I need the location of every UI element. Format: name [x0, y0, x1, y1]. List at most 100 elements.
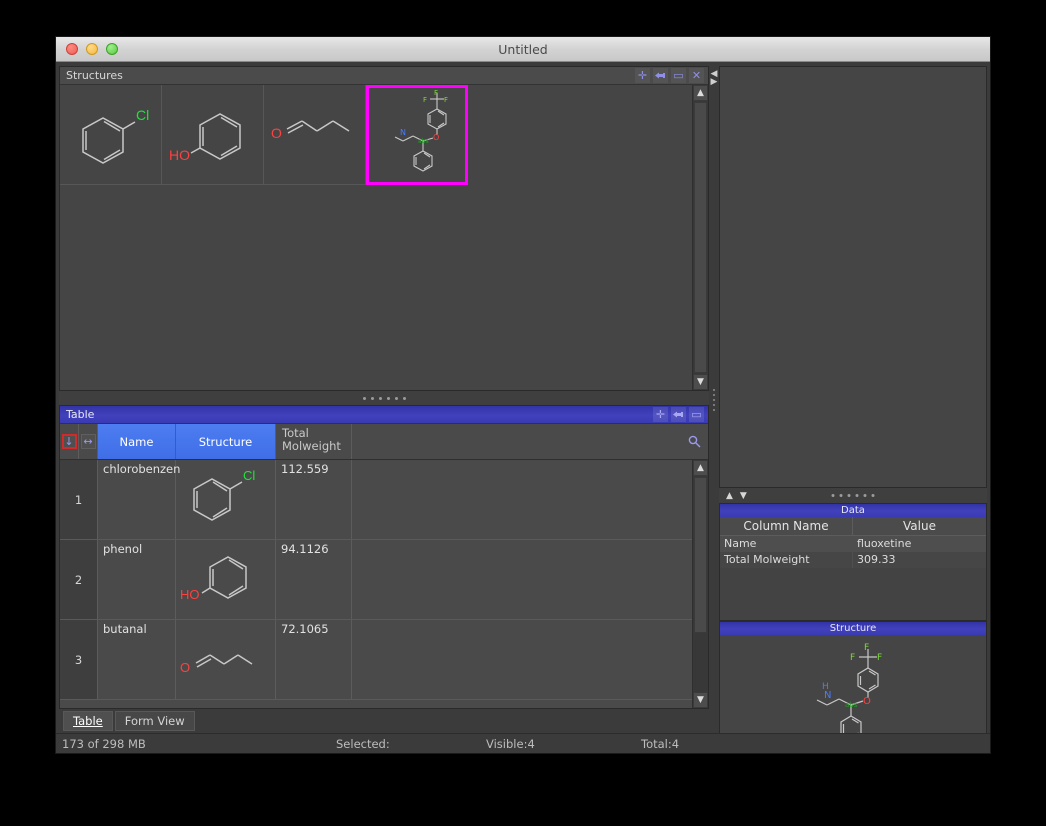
data-row[interactable]: Name fluoxetine [720, 536, 986, 552]
structures-body: Cl HO O F F F O N abs ▲ ▼ [60, 85, 708, 390]
splitter-collapse-right-icon[interactable]: ▶ [711, 78, 718, 87]
table-scroll-up-button[interactable]: ▲ [693, 460, 708, 476]
svg-text:HO: HO [180, 587, 200, 602]
structures-add-icon[interactable]: ✛ [635, 68, 650, 83]
svg-text:Cl: Cl [243, 468, 255, 483]
collapse-down-icon[interactable]: ▼ [740, 491, 747, 501]
table-column-header-molweight[interactable]: Total Molweight [276, 424, 352, 459]
structure-cell-phenol[interactable]: HO [162, 85, 264, 185]
resize-columns-icon[interactable]: ↔ [80, 434, 96, 449]
table-column-header-name[interactable]: Name [98, 424, 176, 459]
structures-close-icon[interactable]: ✕ [689, 68, 704, 83]
svg-text:F: F [423, 96, 427, 104]
table-body: 1 chlorobenzen Cl 112.559 2 phenol HO 94… [60, 460, 708, 708]
splitter-grip[interactable] [713, 388, 715, 411]
svg-text:N: N [400, 128, 406, 137]
window-content: Structures ✛ ▭ ✕ Cl HO O F F F O N abs ▲… [56, 62, 990, 735]
svg-text:F: F [877, 653, 882, 663]
data-row[interactable]: Total Molweight 309.33 [720, 552, 986, 568]
window-title: Untitled [498, 41, 548, 57]
table-scroll-track[interactable] [693, 476, 708, 692]
svg-text:H: H [822, 682, 829, 692]
table-row[interactable]: 2 phenol HO 94.1126 [60, 540, 692, 620]
data-row-value: 309.33 [857, 553, 896, 566]
horizontal-splitter[interactable] [59, 391, 709, 405]
svg-text:O: O [180, 660, 190, 675]
table-add-icon[interactable]: ✛ [653, 407, 668, 422]
data-row-value: fluoxetine [857, 537, 912, 550]
svg-text:F: F [434, 89, 438, 97]
butanal-structure: O [271, 119, 349, 141]
sort-down-icon[interactable]: ↓ [61, 434, 77, 449]
table-row[interactable]: 1 chlorobenzen Cl 112.559 [60, 460, 692, 540]
table-scroll-down-button[interactable]: ▼ [693, 692, 708, 708]
structure-cell-fluoxetine[interactable]: F F F O N abs [366, 85, 468, 185]
row-molweight: 72.1065 [276, 620, 352, 699]
structures-panel-buttons: ✛ ▭ ✕ [635, 68, 706, 83]
vertical-splitter[interactable]: ◀ ▶ [709, 66, 719, 733]
svg-text:F: F [850, 653, 855, 663]
table-sort-down-header[interactable]: ↓ [60, 424, 79, 459]
structures-scroll-up-button[interactable]: ▲ [693, 85, 708, 101]
phenol-structure: HO [169, 112, 241, 163]
left-column: Structures ✛ ▭ ✕ Cl HO O F F F O N abs ▲… [59, 66, 709, 733]
table-panel-buttons: ✛ ▭ [653, 407, 706, 422]
table-panel-titlebar: Table ✛ ▭ [60, 406, 708, 424]
structures-scroll-thumb[interactable] [694, 102, 707, 373]
table-vertical-scrollbar[interactable]: ▲ ▼ [692, 460, 708, 708]
svg-text:F: F [864, 643, 869, 653]
app-window: Untitled Structures ✛ ▭ ✕ Cl HO O F F F … [55, 36, 991, 754]
window-titlebar: Untitled [56, 37, 990, 62]
table-panel-title: Table [66, 408, 95, 421]
svg-text:abs: abs [845, 701, 858, 709]
collapse-up-icon[interactable]: ▲ [726, 491, 733, 501]
svg-text:O: O [271, 125, 282, 141]
data-row-key: Name [720, 536, 853, 552]
structure-cell-chlorobenzene[interactable]: Cl [60, 85, 162, 185]
total-status: Total:4 [641, 736, 680, 751]
right-splitter-grip[interactable] [831, 494, 875, 497]
data-row-key: Total Molweight [720, 552, 853, 568]
structures-plug-icon[interactable] [653, 68, 668, 83]
table-resize-header[interactable]: ↔ [79, 424, 98, 459]
chlorobenzene-structure: Cl [81, 107, 149, 164]
row-number: 2 [60, 540, 98, 619]
fluoxetine-structure-large: F F F O N H abs [816, 643, 882, 735]
tab-table[interactable]: Table [63, 711, 113, 731]
structures-panel-titlebar: Structures ✛ ▭ ✕ [60, 67, 708, 85]
structure-cell-butanal[interactable]: O [264, 85, 366, 185]
row-name: butanal [98, 620, 176, 699]
structure-view-body[interactable]: F F F O N H abs [720, 635, 986, 735]
visible-status: Visible:4 [486, 736, 535, 751]
row-number: 1 [60, 460, 98, 539]
table-rows: 1 chlorobenzen Cl 112.559 2 phenol HO 94… [60, 460, 692, 708]
row-molweight: 112.559 [276, 460, 352, 539]
table-row[interactable]: 3 butanal O 72.1065 [60, 620, 692, 700]
structures-maximize-icon[interactable]: ▭ [671, 68, 686, 83]
memory-status: 173 of 298 MB [62, 736, 146, 751]
data-header-column-name: Column Name [720, 517, 853, 535]
status-bar: 173 of 298 MB Selected: Visible:4 Total:… [56, 733, 990, 753]
data-panel-empty-area [720, 568, 986, 620]
row-number: 3 [60, 620, 98, 699]
right-panel-splitter[interactable]: ▲ ▼ [719, 488, 987, 503]
structures-vertical-scrollbar[interactable]: ▲ ▼ [692, 85, 708, 390]
search-icon[interactable] [680, 424, 708, 459]
structures-panel-title: Structures [66, 69, 123, 82]
structures-scroll-down-button[interactable]: ▼ [693, 374, 708, 390]
row-empty-cell [352, 540, 692, 619]
data-header-value: Value [903, 519, 936, 533]
svg-text:Cl: Cl [136, 107, 149, 123]
table-column-header-structure[interactable]: Structure [176, 424, 276, 459]
structures-scroll-track[interactable] [693, 101, 708, 374]
table-scroll-thumb[interactable] [694, 477, 707, 634]
chlorobenzene-structure: Cl [192, 468, 255, 521]
right-top-empty-panel [719, 66, 987, 488]
tab-form-view[interactable]: Form View [114, 711, 195, 731]
data-panel-header: Column Name Value [720, 517, 986, 536]
table-maximize-icon[interactable]: ▭ [689, 407, 704, 422]
svg-text:F: F [444, 96, 448, 104]
structures-grid: Cl HO O F F F O N abs [60, 85, 692, 390]
table-plug-icon[interactable] [671, 407, 686, 422]
row-structure: HO [176, 540, 276, 619]
